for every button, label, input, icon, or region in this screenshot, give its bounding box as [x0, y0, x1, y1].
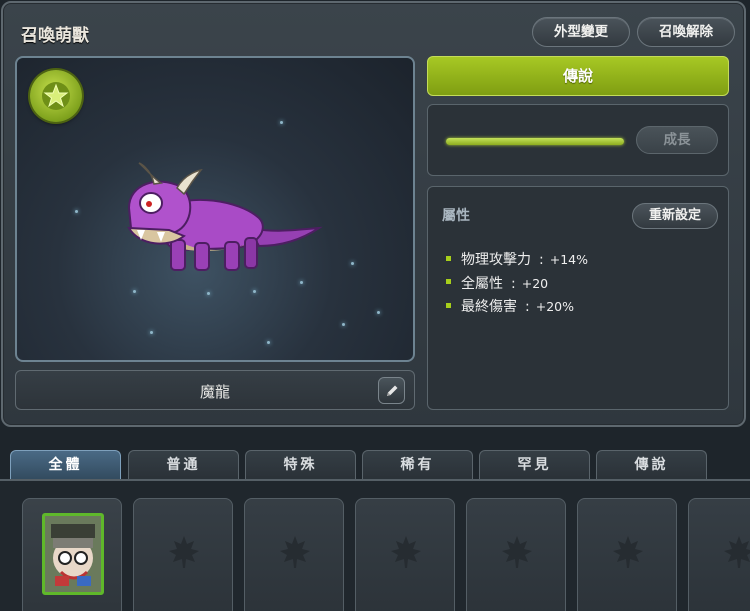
tab-legendary[interactable]: 傳說 [596, 450, 707, 480]
attribute-value: +14% [549, 252, 588, 267]
attribute-value: +20 [521, 275, 549, 291]
pet-collection-grid [0, 481, 750, 611]
pet-slot-empty[interactable] [244, 498, 344, 611]
pet-preview [15, 56, 415, 362]
growth-section: 成長 [427, 104, 729, 176]
attribute-name: 物理攻擊力 [461, 252, 531, 268]
reset-attributes-button[interactable]: 重新設定 [632, 203, 718, 229]
attribute-name: 最終傷害 [461, 299, 517, 315]
maple-leaf-icon [280, 536, 310, 568]
pet-portrait-icon [45, 516, 101, 592]
tab-epic[interactable]: 罕見 [479, 450, 590, 480]
change-appearance-button[interactable]: 外型變更 [532, 17, 630, 47]
attribute-name: 全屬性 [461, 275, 503, 292]
attribute-separator: : [539, 252, 544, 268]
release-summon-button[interactable]: 召喚解除 [637, 17, 735, 47]
panel-title: 召喚萌獸 [21, 26, 89, 46]
maple-leaf-icon [391, 536, 421, 568]
pet-name: 魔龍 [199, 383, 230, 401]
bullet-icon [446, 302, 451, 308]
rank-banner: 傳說 [427, 56, 729, 96]
attributes-title: 屬性 [442, 208, 470, 224]
pet-slot-empty[interactable] [466, 498, 566, 611]
pet-name-bar: 魔龍 [15, 370, 415, 410]
star-icon [30, 70, 82, 122]
pet-card-thumbnail [42, 513, 104, 595]
pet-window-root: 召喚萌獸 外型變更 召喚解除 魔龍 傳說 成長 屬性 重新設定 物理攻擊力: … [0, 0, 750, 611]
attribute-item: 最終傷害: +20% [446, 296, 588, 320]
tab-rare[interactable]: 稀有 [362, 450, 473, 480]
purple-dragon-sprite [127, 162, 323, 271]
attributes-section: 屬性 重新設定 物理攻擊力: +14% 全屬性: +20 最終傷害: +20% [427, 186, 729, 410]
tab-special[interactable]: 特殊 [245, 450, 356, 480]
pet-slot-empty[interactable] [133, 498, 233, 611]
rarity-tabs: 全體 普通 特殊 稀有 罕見 傳說 [10, 450, 750, 480]
tab-all[interactable]: 全體 [10, 450, 121, 480]
maple-leaf-icon [502, 536, 532, 568]
growth-progress-bar [446, 138, 624, 145]
pet-slot-filled[interactable] [22, 498, 122, 611]
pet-slot-empty[interactable] [355, 498, 455, 611]
bullet-icon [446, 279, 451, 284]
pet-slot-empty[interactable] [577, 498, 677, 611]
attribute-item: 全屬性: +20 [446, 273, 588, 297]
attribute-separator: : [525, 299, 530, 315]
rename-button[interactable] [378, 377, 405, 404]
pet-slot-empty[interactable] [688, 498, 750, 611]
pencil-icon [387, 385, 398, 396]
attributes-list: 物理攻擊力: +14% 全屬性: +20 最終傷害: +20% [446, 249, 588, 320]
maple-leaf-icon [724, 536, 750, 568]
grow-button[interactable]: 成長 [636, 126, 718, 154]
growth-progress-fill [446, 138, 624, 145]
attribute-value: +20% [535, 299, 574, 314]
bullet-icon [446, 255, 451, 261]
attribute-item: 物理攻擊力: +14% [446, 249, 588, 273]
maple-leaf-icon [169, 536, 199, 568]
maple-leaf-icon [613, 536, 643, 568]
tab-normal[interactable]: 普通 [128, 450, 239, 480]
attribute-separator: : [511, 275, 516, 292]
